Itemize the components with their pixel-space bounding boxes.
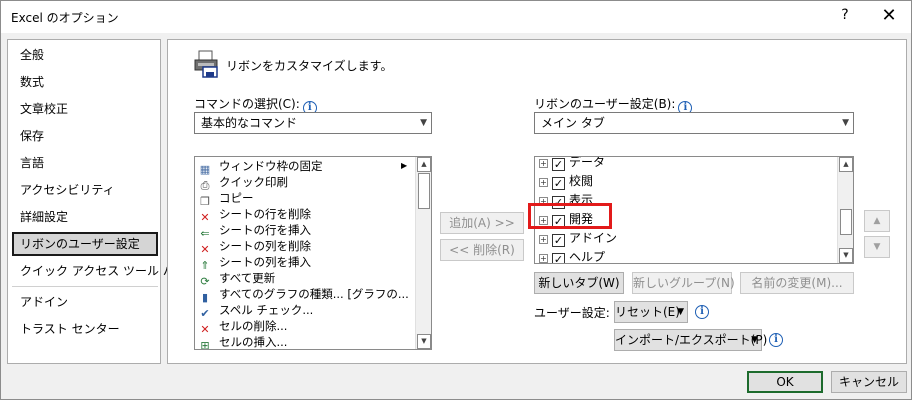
ribbon-tree-scrollbar[interactable]: ▲ ▼ — [837, 157, 853, 263]
nav-item[interactable]: リボンのユーザー設定 — [12, 232, 158, 256]
nav-item[interactable]: 文章校正 — [12, 97, 158, 121]
tree-item[interactable]: + ✓ アドイン — [539, 229, 617, 247]
nav-item[interactable]: 保存 — [12, 124, 158, 148]
nav-separator — [12, 286, 158, 287]
ok-button[interactable]: OK — [747, 371, 823, 393]
chevron-down-icon: ▼ — [420, 118, 427, 128]
expand-icon[interactable]: + — [539, 178, 548, 187]
panel-heading: リボンをカスタマイズします。 — [226, 59, 393, 73]
list-item[interactable]: ✕ シートの行を削除 — [197, 206, 311, 224]
tree-item[interactable]: + ✓ 校閲 — [539, 172, 593, 190]
tree-item-label: アドイン — [569, 231, 618, 245]
title-bar: Excel のオプション ? ✕ — [1, 1, 911, 33]
tab-checkbox[interactable]: ✓ — [552, 253, 565, 263]
options-nav: 全般数式文章校正保存言語アクセシビリティ 詳細設定リボンのユーザー設定クイック ア… — [7, 39, 187, 364]
import-export-button[interactable]: インポート/エクスポート(P) ▼ — [614, 329, 767, 351]
scroll-down-icon[interactable]: ▼ — [417, 334, 431, 349]
scroll-up-icon[interactable]: ▲ — [839, 157, 853, 172]
expand-icon[interactable]: + — [539, 254, 548, 263]
chevron-down-icon: ▼ — [751, 335, 758, 345]
list-item[interactable]: ▦ ウィンドウ枠の固定 ▶ — [197, 158, 407, 176]
list-item[interactable]: ❐ コピー — [197, 190, 254, 208]
user-settings-label: ユーザー設定: — [534, 306, 610, 320]
move-down-button[interactable]: ▼ — [864, 236, 890, 258]
list-item[interactable]: ✕ シートの列を削除 — [197, 238, 311, 256]
list-item-label: シートの行を挿入 — [219, 223, 311, 237]
nav-item[interactable]: 全般 — [12, 43, 158, 67]
remove-button[interactable]: << 削除(R) — [440, 239, 524, 261]
info-icon[interactable]: i — [695, 305, 709, 319]
commands-list-scrollbar[interactable]: ▲ ▼ — [415, 157, 431, 349]
tree-item-label: ヘルプ — [569, 250, 606, 264]
reset-button-label: リセット(E) — [615, 305, 680, 319]
tab-checkbox[interactable]: ✓ — [552, 177, 565, 190]
ribbon-combo[interactable]: メイン タブ ▼ — [534, 112, 854, 134]
chevron-down-icon: ▼ — [677, 307, 684, 317]
list-item-label: ウィンドウ枠の固定 — [219, 159, 323, 173]
nav-item[interactable]: アドイン — [12, 290, 158, 314]
list-item[interactable]: ▮ すべてのグラフの種類... [グラフの... — [197, 286, 409, 304]
tree-item-label: 校閲 — [569, 174, 594, 188]
commands-label-text: コマンドの選択(C): — [194, 97, 300, 111]
insert-cells-icon: ⊞ — [200, 339, 210, 350]
list-item[interactable]: ⟳ すべて更新 — [197, 270, 276, 288]
list-item[interactable]: ⇑ シートの列を挿入 — [197, 254, 311, 272]
commands-combo[interactable]: 基本的なコマンド ▼ — [194, 112, 432, 134]
list-item-label: シートの列を挿入 — [219, 255, 311, 269]
tree-item-label: データ — [569, 156, 606, 169]
rename-button[interactable]: 名前の変更(M)... — [740, 272, 854, 294]
cancel-button[interactable]: キャンセル — [831, 371, 907, 393]
reset-button[interactable]: リセット(E) ▼ — [614, 301, 688, 323]
highlight-box — [528, 203, 612, 229]
customize-ribbon-panel: リボンをカスタマイズします。 コマンドの選択(C): i 基本的なコマンド ▼ ▲… — [167, 39, 907, 364]
nav-item[interactable]: 詳細設定 — [12, 205, 158, 229]
commands-list[interactable]: ▲ ▼ ▦ ウィンドウ枠の固定 ▶ ⎙ クイック印刷 ❐ コピー ✕ シートの行を削除 ⇐ シートの… — [194, 156, 432, 350]
expand-icon[interactable]: + — [539, 159, 548, 168]
list-item-label: すべて更新 — [219, 271, 276, 285]
close-icon[interactable]: ✕ — [877, 4, 901, 28]
list-item-label: セルの削除... — [219, 319, 288, 333]
ribbon-label-text: リボンのユーザー設定(B): — [534, 97, 676, 111]
list-item-label: クイック印刷 — [219, 175, 288, 189]
scroll-up-icon[interactable]: ▲ — [417, 157, 431, 172]
list-item[interactable]: ⎙ クイック印刷 — [197, 174, 288, 192]
submenu-arrow-icon: ▶ — [401, 161, 408, 170]
new-group-button[interactable]: 新しいグループ(N) — [632, 272, 735, 294]
scroll-thumb[interactable] — [840, 209, 852, 235]
excel-options-dialog: Excel のオプション ? ✕ 全般数式文章校正保存言語アクセシビリティ 詳細設… — [0, 0, 912, 400]
nav-item[interactable]: 言語 — [12, 151, 158, 175]
list-item-label: セルの挿入... — [219, 335, 288, 349]
commands-combo-value: 基本的なコマンド — [201, 116, 298, 130]
nav-item[interactable]: クイック アクセス ツール バー — [12, 259, 187, 283]
chevron-down-icon: ▼ — [842, 118, 849, 128]
list-item-label: シートの列を削除 — [219, 239, 311, 253]
window-title: Excel のオプション — [11, 11, 119, 25]
nav-item[interactable]: 数式 — [12, 70, 158, 94]
list-item[interactable]: ✕ セルの削除... — [197, 318, 288, 336]
tree-item[interactable]: + ✓ データ — [539, 156, 606, 171]
nav-item[interactable]: アクセシビリティ — [12, 178, 158, 202]
tab-checkbox[interactable]: ✓ — [552, 234, 565, 247]
move-up-button[interactable]: ▲ — [864, 210, 890, 232]
customize-ribbon-icon — [194, 50, 218, 78]
list-item-label: コピー — [219, 191, 254, 205]
ribbon-combo-value: メイン タブ — [541, 116, 605, 130]
help-icon[interactable]: ? — [837, 7, 853, 27]
new-tab-button[interactable]: 新しいタブ(W) — [534, 272, 624, 294]
list-item-label: すべてのグラフの種類... [グラフの... — [219, 287, 409, 301]
add-button[interactable]: 追加(A) >> — [440, 212, 524, 234]
tab-checkbox[interactable]: ✓ — [552, 158, 565, 171]
list-item-label: シートの行を削除 — [219, 207, 311, 221]
list-item[interactable]: ⊞ セルの挿入... — [197, 334, 288, 350]
nav-item[interactable]: トラスト センター — [12, 317, 158, 341]
expand-icon[interactable]: + — [539, 235, 548, 244]
list-item[interactable]: ✔ スペル チェック... — [197, 302, 314, 320]
list-item[interactable]: ⇐ シートの行を挿入 — [197, 222, 311, 240]
list-item-label: スペル チェック... — [219, 303, 314, 317]
tree-item[interactable]: + ✓ ヘルプ — [539, 248, 606, 264]
info-icon[interactable]: i — [769, 333, 783, 347]
scroll-down-icon[interactable]: ▼ — [839, 248, 853, 263]
scroll-thumb[interactable] — [418, 173, 430, 209]
import-export-button-label: インポート/エクスポート(P) — [615, 333, 768, 347]
